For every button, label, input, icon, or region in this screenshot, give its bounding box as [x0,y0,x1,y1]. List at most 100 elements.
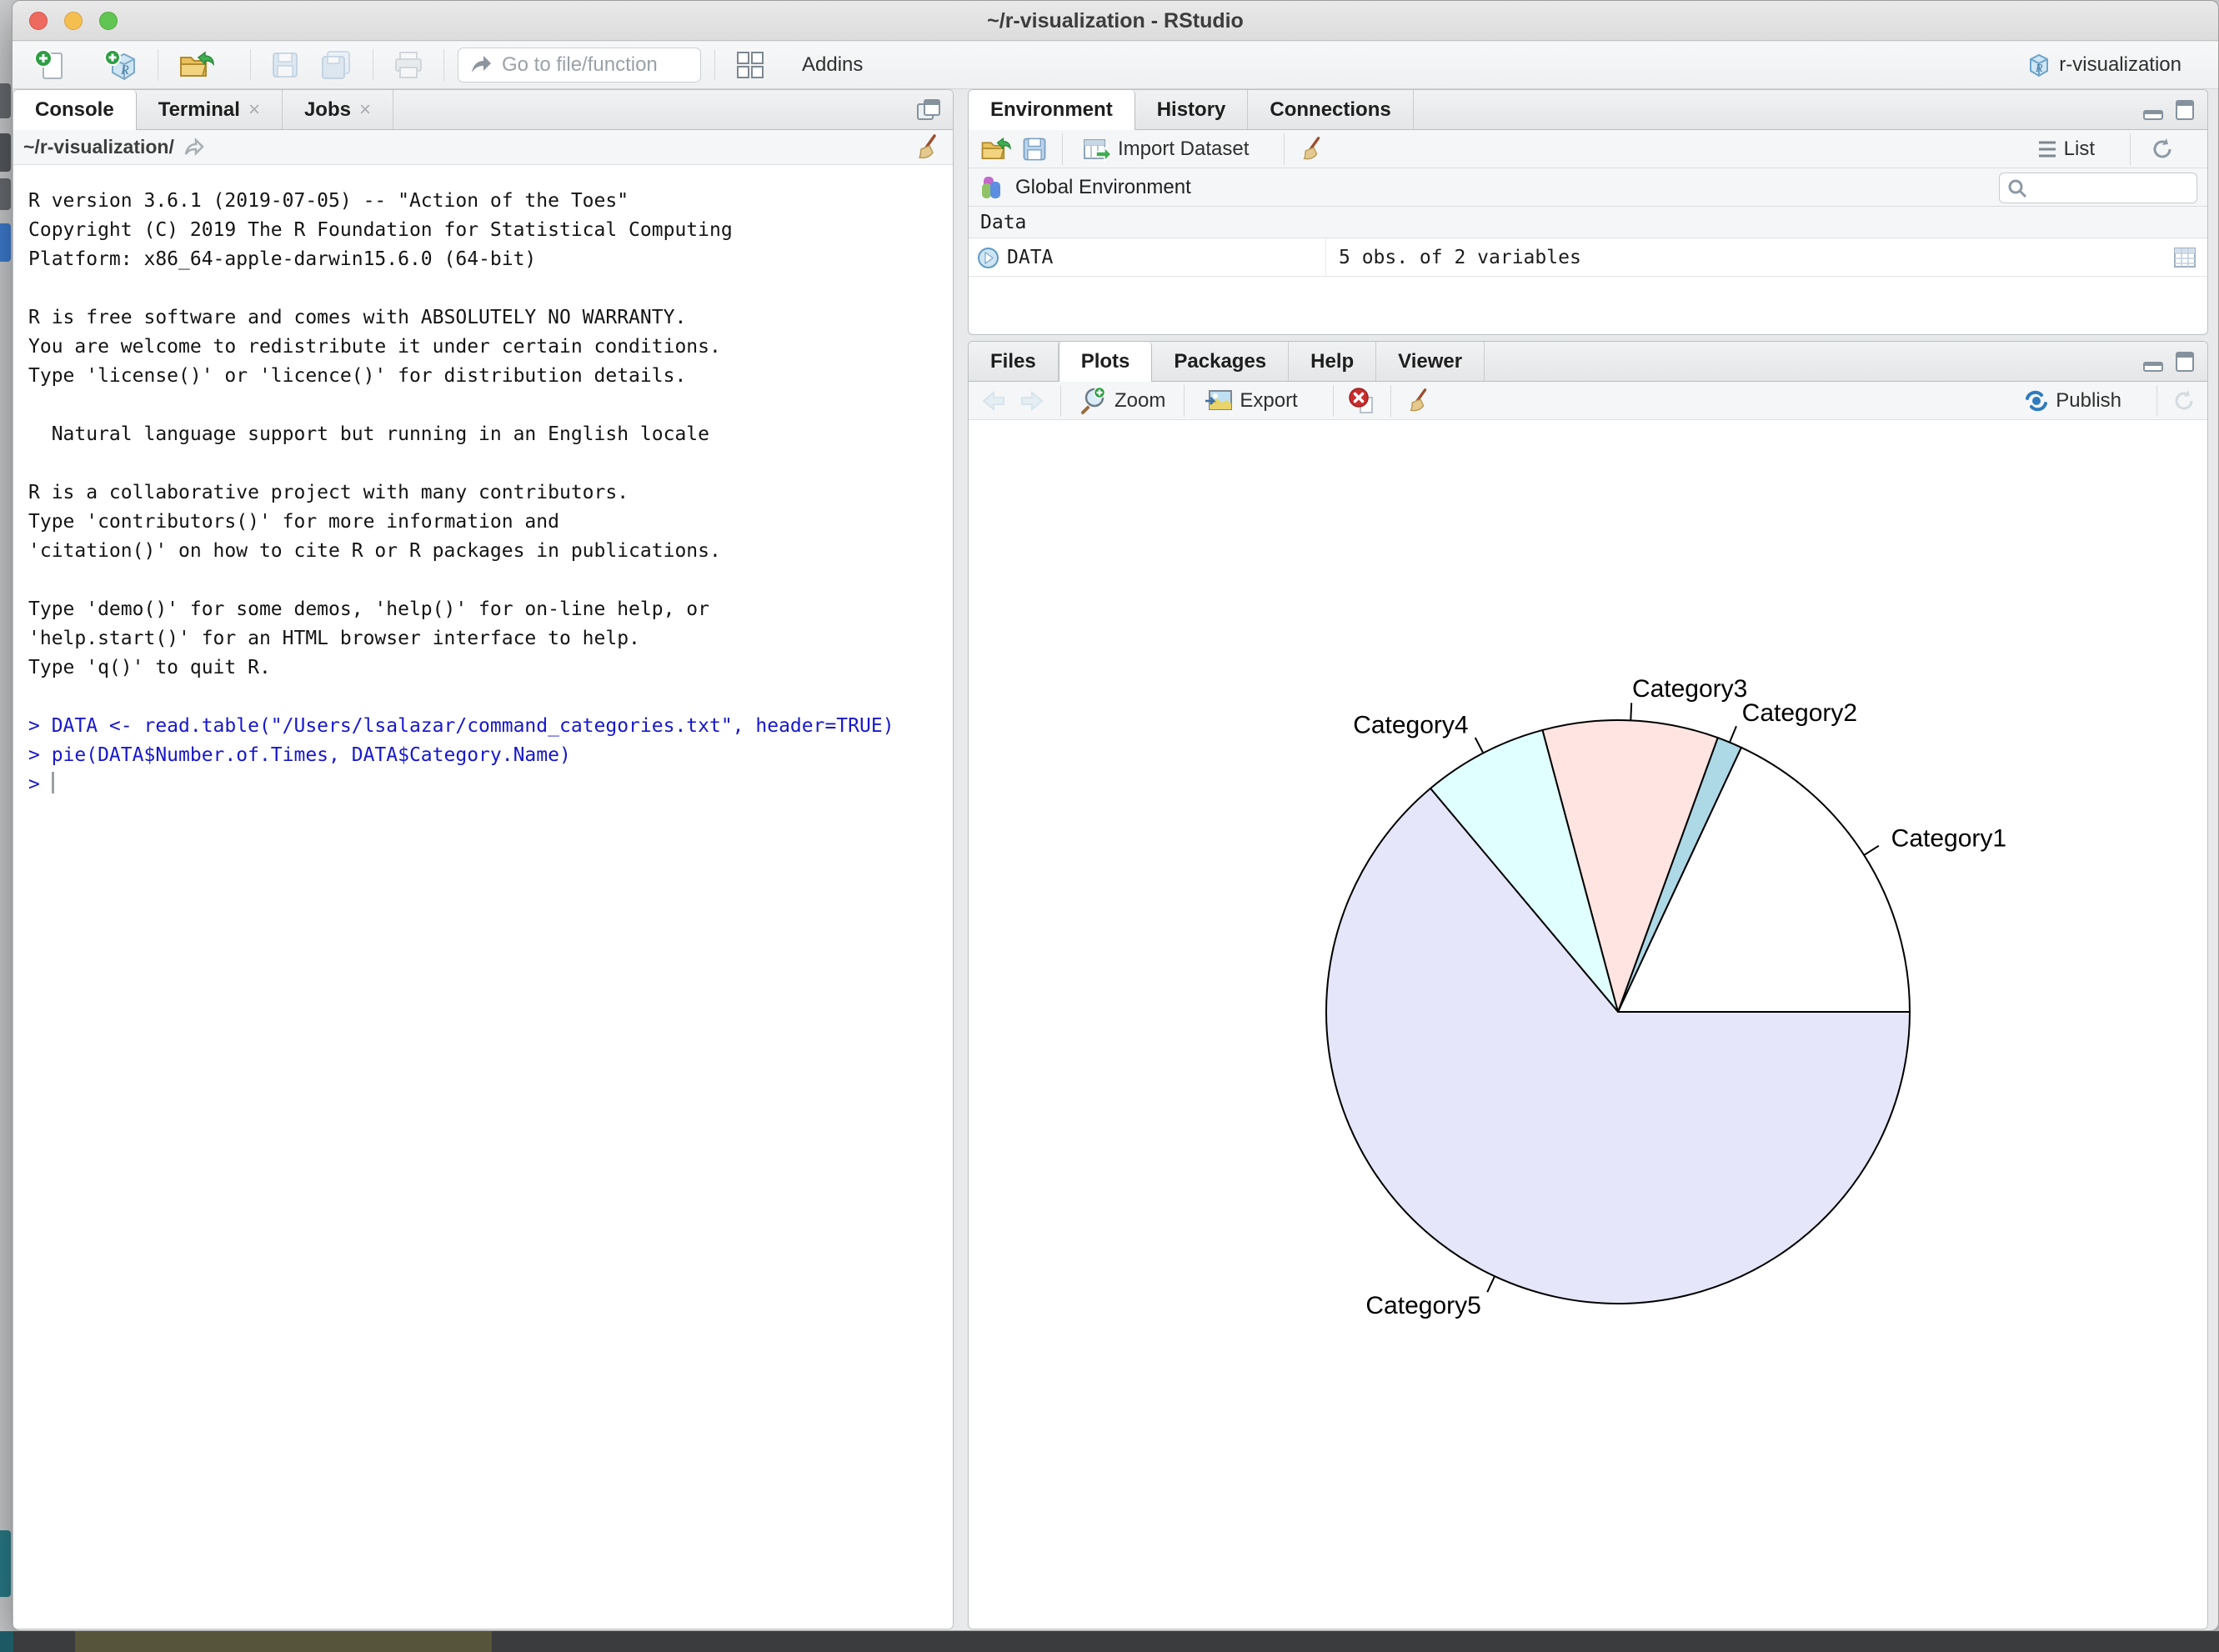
tab-packages-label: Packages [1174,350,1266,373]
environment-search-input[interactable] [2033,178,2183,199]
print-button[interactable] [387,46,430,84]
tab-console[interactable]: Console [13,90,137,130]
clear-all-plots-icon[interactable] [1405,387,1433,415]
tab-viewer-label: Viewer [1398,350,1462,373]
console-cursor [52,772,54,793]
new-file-button[interactable] [28,44,89,86]
pie-label-tick [1630,703,1631,720]
console-line: Natural language support but running in … [28,420,938,449]
addins-button[interactable]: Addins [797,50,884,80]
pie-slice-label: Category5 [1365,1292,1480,1319]
environment-scope-label[interactable]: Global Environment [1015,176,1191,199]
save-icon [269,49,301,81]
minimize-pane-icon[interactable] [2141,349,2166,374]
pane-layout-grid-icon [734,48,767,82]
zoom-magnifier-icon [1079,386,1110,416]
tab-plots[interactable]: Plots [1059,342,1153,382]
refresh-plot-icon[interactable] [2171,388,2197,414]
close-terminal-tab-icon[interactable] [248,98,260,122]
tab-files[interactable]: Files [969,342,1059,381]
clear-environment-icon[interactable] [1298,135,1326,163]
open-file-button[interactable] [172,44,237,86]
minimize-pane-icon[interactable] [2141,98,2166,123]
project-selector[interactable]: R r-visualization [2019,47,2203,83]
environment-pane: Environment History Connections [968,89,2208,335]
plots-tabstrip: Files Plots Packages Help Viewer [969,342,2207,382]
print-icon [392,49,425,81]
publish-plot-button[interactable]: Publish [2017,385,2143,417]
list-view-label: List [2064,138,2095,161]
tab-jobs[interactable]: Jobs [283,90,393,129]
console-line: You are welcome to redistribute it under… [28,333,938,362]
pie-slice-label: Category1 [1891,824,2006,852]
next-plot-icon[interactable] [1017,388,1047,414]
tab-history[interactable]: History [1135,90,1249,129]
publish-plot-label: Publish [2056,389,2121,413]
working-directory-label: ~/r-visualization/ [23,136,174,158]
tab-help[interactable]: Help [1289,342,1376,381]
remove-plot-icon[interactable] [1347,386,1377,416]
background-item [0,223,11,262]
console-line [28,274,938,303]
new-project-icon: R [103,48,139,83]
clear-console-icon[interactable] [913,133,943,163]
export-plot-label: Export [1240,389,1297,413]
save-button[interactable] [264,46,306,84]
rstudio-window: ~/r-visualization - RStudio R [12,0,2219,1631]
load-workspace-icon[interactable] [979,134,1012,164]
goto-file-input[interactable] [502,53,669,77]
pane-layout-button[interactable] [729,45,789,85]
tab-environment-label: Environment [990,98,1113,122]
main-toolbar: R [13,42,2218,89]
pie-slice-label: Category3 [1632,675,1747,703]
publish-icon [2022,388,2051,413]
save-all-icon [319,49,354,81]
window-title: ~/r-visualization - RStudio [13,1,2218,41]
project-name-label: r-visualization [2059,53,2181,77]
export-plot-button[interactable]: Export [1198,383,1319,418]
search-icon [2006,178,2028,199]
export-image-icon [1203,387,1235,415]
pie-label-tick [1475,738,1484,753]
background-item [0,133,11,172]
environment-scope-row: Global Environment [969,168,2207,207]
close-jobs-tab-icon[interactable] [359,98,371,122]
console-line: Platform: x86_64-apple-darwin15.6.0 (64-… [28,245,938,274]
view-dataframe-icon[interactable] [2172,246,2197,269]
console-toolbar: ~/r-visualization/ [13,130,953,165]
tab-files-label: Files [990,350,1036,373]
environment-tabstrip: Environment History Connections [969,90,2207,130]
console-line: > pie(DATA$Number.of.Times, DATA$Categor… [28,741,938,770]
tab-plots-label: Plots [1081,350,1130,373]
goto-directory-icon[interactable] [183,136,208,159]
refresh-environment-button[interactable] [2144,133,2197,166]
maximize-pane-icon[interactable] [2172,349,2197,374]
save-all-button[interactable] [314,46,359,84]
console-output[interactable]: R version 3.6.1 (2019-07-05) -- "Action … [13,165,953,821]
tab-viewer[interactable]: Viewer [1376,342,1485,381]
console-line: > [28,770,938,799]
console-tabstrip: Console Terminal Jobs [13,90,953,130]
tab-packages[interactable]: Packages [1152,342,1289,381]
new-project-button[interactable]: R [98,44,144,86]
plots-pane: Files Plots Packages Help Viewer [968,341,2208,1629]
save-workspace-icon[interactable] [1020,135,1049,163]
console-line [28,391,938,420]
restore-panes-icon[interactable] [914,96,943,124]
environment-object-row[interactable]: DATA 5 obs. of 2 variables [969,238,2207,277]
console-line: R version 3.6.1 (2019-07-05) -- "Action … [28,187,938,216]
expand-object-icon[interactable] [977,247,999,269]
import-dataset-button[interactable]: Import Dataset [1076,132,1270,167]
tab-connections[interactable]: Connections [1248,90,1413,129]
tab-environment[interactable]: Environment [969,90,1135,130]
addins-label: Addins [802,53,863,77]
open-folder-icon [177,48,215,83]
maximize-pane-icon[interactable] [2172,98,2197,123]
zoom-plot-button[interactable]: Zoom [1074,383,1170,419]
list-view-button[interactable]: List [2031,134,2116,164]
background-item [0,83,11,118]
goto-file-box [458,48,701,83]
previous-plot-icon[interactable] [979,388,1009,414]
object-value: 5 obs. of 2 variables [1339,238,1581,277]
tab-terminal[interactable]: Terminal [137,90,283,129]
